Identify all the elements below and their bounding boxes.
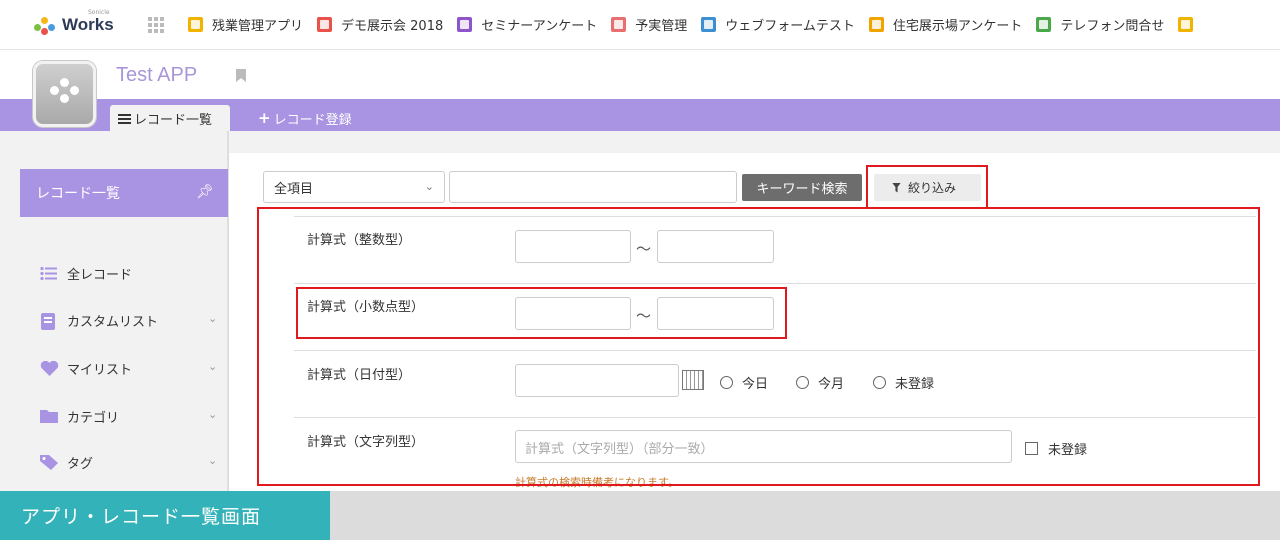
app-shortcut[interactable]: 予実管理 (611, 15, 687, 34)
radio-circle-icon (796, 376, 809, 389)
chevron-down-icon[interactable]: ⌄ (208, 312, 217, 325)
sidebar-header[interactable]: レコード一覧 📌︎ (20, 169, 228, 217)
works-logo[interactable]: Works Sonicle (32, 9, 132, 35)
app-grid-icon[interactable] (148, 16, 166, 33)
sidebar-item-my-list[interactable]: マイリスト ⌄ (40, 358, 217, 378)
integer-min-input[interactable] (515, 230, 631, 263)
radio-this-month[interactable]: 今月 (796, 373, 844, 392)
search-scope-select[interactable]: 全項目 ⌄ (263, 171, 445, 203)
app-shortcuts: 残業管理アプリ デモ展示会 2018 セミナーアンケート 予実管理 ウェブフォー… (188, 15, 1216, 34)
folder-icon (40, 409, 58, 424)
filter-label-integer: 計算式（整数型） (307, 233, 412, 248)
radio-circle-icon (873, 376, 886, 389)
filter-row-divider (294, 216, 1256, 217)
filter-label-decimal: 計算式（小数点型） (307, 300, 425, 315)
filter-row-divider (294, 417, 1256, 418)
app-shortcut[interactable]: テレフォン問合せ (1036, 15, 1164, 34)
string-filter-placeholder: 計算式（文字列型）（部分一致） (525, 442, 714, 457)
checkbox-icon (1025, 442, 1038, 455)
sidebar-item-custom-list[interactable]: カスタムリスト ⌄ (40, 310, 217, 330)
string-filter-note: 計算式の検索時備考になります。 (515, 476, 679, 489)
sidebar-item-tag[interactable]: タグ ⌄ (40, 452, 217, 472)
form-app-icon (868, 17, 884, 32)
chevron-down-icon[interactable]: ⌄ (208, 360, 217, 373)
decimal-max-input[interactable] (657, 297, 774, 330)
form-app-icon (701, 17, 717, 32)
plus-icon: + (258, 109, 271, 127)
radio-unregistered[interactable]: 未登録 (873, 373, 934, 392)
heart-icon (40, 360, 59, 376)
pin-icon[interactable]: 📌︎ (196, 184, 214, 200)
app-shortcut-partial[interactable] (1178, 17, 1202, 32)
app-shortcut[interactable]: デモ展示会 2018 (317, 15, 443, 34)
sidebar-item-category[interactable]: カテゴリ ⌄ (40, 406, 217, 426)
decimal-min-input[interactable] (515, 297, 631, 330)
calendar-icon[interactable] (682, 370, 704, 390)
top-bar: Works Sonicle 残業管理アプリ デモ展示会 2018 セミナーアンケ… (0, 0, 1280, 50)
range-tilde: 〜 (636, 240, 652, 258)
app-shortcut[interactable]: セミナーアンケート (457, 15, 597, 34)
tab-record-add[interactable]: + レコード登録 (258, 105, 352, 131)
filter-label-date: 計算式（日付型） (307, 368, 412, 383)
document-app-icon (457, 17, 473, 32)
tag-icon (40, 454, 58, 470)
range-tilde: 〜 (636, 307, 652, 325)
list-icon (118, 113, 131, 124)
main-top-strip (229, 131, 1280, 153)
date-input[interactable] (515, 364, 679, 397)
keyword-input[interactable] (449, 171, 737, 203)
chevron-down-icon[interactable]: ⌄ (208, 408, 217, 421)
keyword-search-button[interactable]: キーワード検索 (742, 174, 862, 201)
sidebar-item-all-records[interactable]: 全レコード (40, 263, 132, 283)
chevron-down-icon: ⌄ (424, 180, 434, 193)
question-app-icon (1036, 17, 1052, 32)
app-shortcut[interactable]: 残業管理アプリ (188, 15, 303, 34)
check-app-icon (188, 17, 203, 32)
brand-name: Works (62, 14, 114, 34)
screen-caption: アプリ・レコード一覧画面 (0, 491, 330, 540)
app-icon (33, 61, 96, 127)
document-app-icon (317, 17, 333, 32)
app-shortcut[interactable]: ウェブフォームテスト (701, 15, 855, 34)
list-icon (40, 266, 57, 281)
unregistered-checkbox[interactable]: 未登録 (1025, 439, 1087, 458)
brand-small-label: Sonicle (88, 9, 110, 16)
chart-app-icon (611, 17, 627, 32)
book-icon (40, 312, 57, 330)
filter-row-divider (294, 350, 1256, 351)
logo-mark-icon (32, 15, 58, 35)
chevron-down-icon[interactable]: ⌄ (208, 454, 217, 467)
filter-row-divider (294, 283, 1256, 284)
filter-label-string: 計算式（文字列型） (307, 435, 425, 450)
app-title: Test APP (116, 64, 198, 86)
funnel-icon (892, 182, 901, 193)
radio-circle-icon (720, 376, 733, 389)
integer-max-input[interactable] (657, 230, 774, 263)
tab-record-list[interactable]: レコード一覧 (110, 105, 230, 131)
app-shortcut[interactable]: 住宅展示場アンケート (868, 15, 1022, 34)
radio-today[interactable]: 今日 (720, 373, 768, 392)
check-app-icon (1178, 17, 1194, 32)
filter-button[interactable]: 絞り込み (874, 174, 981, 201)
